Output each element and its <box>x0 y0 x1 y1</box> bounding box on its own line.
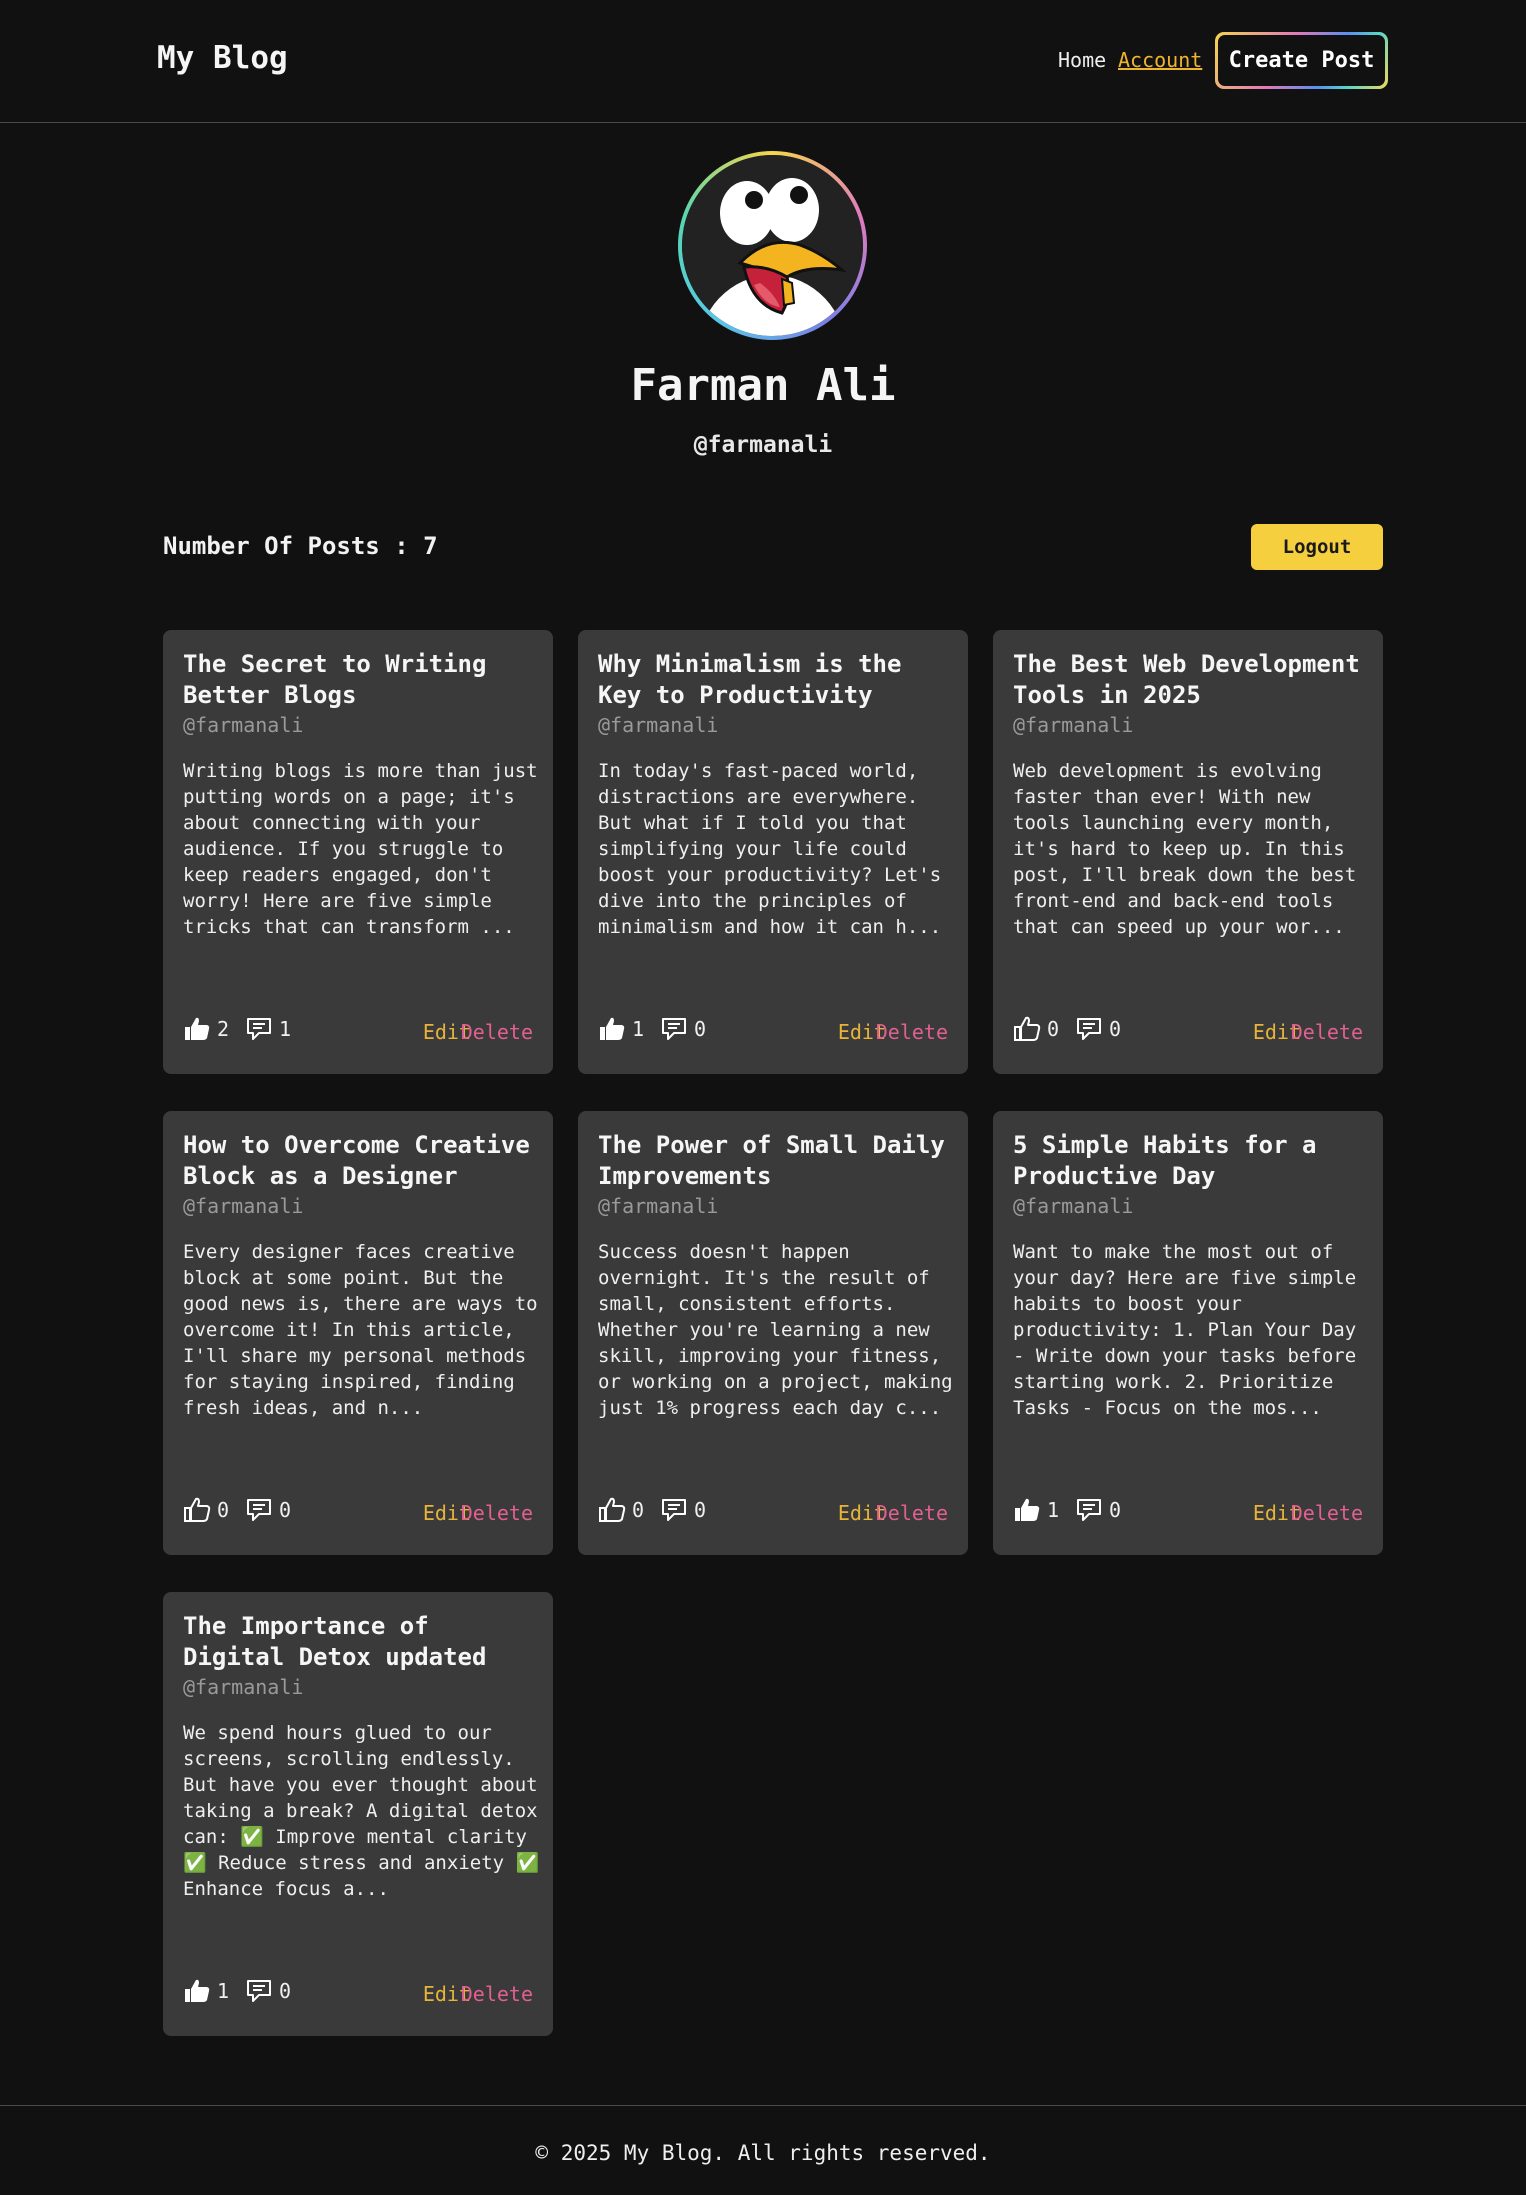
like-button[interactable]: 2 <box>183 1016 229 1042</box>
comment-count: 0 <box>1109 1498 1122 1522</box>
post-excerpt: Success doesn't happen overnight. It's t… <box>598 1241 965 1419</box>
like-button[interactable]: 0 <box>1013 1016 1059 1042</box>
post-card[interactable]: Why Minimalism is the Key to Productivit… <box>578 630 968 1074</box>
post-footer: 2 1 Edit Delete <box>183 1016 533 1046</box>
comment-button[interactable]: 0 <box>1075 1497 1121 1523</box>
like-count: 1 <box>1047 1498 1060 1522</box>
post-author: @farmanali <box>1013 1194 1134 1218</box>
delete-post-link[interactable]: Delete <box>461 1020 533 1044</box>
thumbs-up-filled-icon <box>1013 1497 1041 1523</box>
delete-post-link[interactable]: Delete <box>1291 1020 1363 1044</box>
post-card[interactable]: The Importance of Digital Detox updated @… <box>163 1592 553 2036</box>
nav-account-link[interactable]: Account <box>1118 48 1202 72</box>
thumbs-up-icon <box>598 1497 626 1523</box>
post-title[interactable]: The Best Web Development Tools in 2025 <box>1013 649 1373 711</box>
post-author: @farmanali <box>183 1194 304 1218</box>
like-button[interactable]: 0 <box>598 1497 644 1523</box>
thumbs-up-filled-icon <box>598 1016 626 1042</box>
post-card[interactable]: The Power of Small Daily Improvements @fa… <box>578 1111 968 1555</box>
nav-home-link[interactable]: Home <box>1058 48 1118 72</box>
post-author: @farmanali <box>183 713 304 737</box>
post-title[interactable]: 5 Simple Habits for a Productive Day <box>1013 1130 1373 1192</box>
penguin-avatar-icon <box>682 155 863 336</box>
comment-icon <box>245 1497 273 1523</box>
post-footer: 0 0 Edit Delete <box>1013 1016 1363 1046</box>
comment-count: 1 <box>279 1017 292 1041</box>
like-button[interactable]: 0 <box>183 1497 229 1523</box>
like-button[interactable]: 1 <box>183 1978 229 2004</box>
comment-button[interactable]: 0 <box>245 1497 291 1523</box>
posts-count: Number Of Posts : 7 <box>163 532 438 560</box>
like-count: 0 <box>632 1498 645 1522</box>
like-button[interactable]: 1 <box>598 1016 644 1042</box>
post-author: @farmanali <box>598 1194 719 1218</box>
post-footer: 0 0 Edit Delete <box>183 1497 533 1527</box>
logout-button[interactable]: Logout <box>1251 524 1383 570</box>
comment-icon <box>245 1016 273 1042</box>
post-excerpt: Every designer faces creative block at s… <box>183 1241 550 1419</box>
delete-post-link[interactable]: Delete <box>876 1501 948 1525</box>
post-excerpt: We spend hours glued to our screens, scr… <box>183 1722 551 1900</box>
comment-count: 0 <box>279 1979 292 2003</box>
post-footer: 1 0 Edit Delete <box>183 1978 533 2008</box>
post-title[interactable]: The Power of Small Daily Improvements <box>598 1130 958 1192</box>
comment-icon <box>1075 1016 1103 1042</box>
comment-count: 0 <box>1109 1017 1122 1041</box>
post-card[interactable]: How to Overcome Creative Block as a Desi… <box>163 1111 553 1555</box>
post-footer: 1 0 Edit Delete <box>1013 1497 1363 1527</box>
comment-button[interactable]: 0 <box>245 1978 291 2004</box>
post-footer: 0 0 Edit Delete <box>598 1497 948 1527</box>
comment-button[interactable]: 1 <box>245 1016 291 1042</box>
post-title[interactable]: Why Minimalism is the Key to Productivit… <box>598 649 958 711</box>
post-title[interactable]: How to Overcome Creative Block as a Desi… <box>183 1130 543 1192</box>
comment-button[interactable]: 0 <box>660 1497 706 1523</box>
post-excerpt: Want to make the most out of your day? H… <box>1013 1241 1368 1419</box>
site-header: My Blog Home Account Create Post <box>0 0 1526 123</box>
delete-post-link[interactable]: Delete <box>461 1982 533 2006</box>
post-author: @farmanali <box>1013 713 1134 737</box>
profile-name: Farman Ali <box>630 360 896 411</box>
post-excerpt: Web development is evolving faster than … <box>1013 760 1368 938</box>
like-button[interactable]: 1 <box>1013 1497 1059 1523</box>
post-excerpt: Writing blogs is more than just putting … <box>183 760 550 938</box>
comment-button[interactable]: 0 <box>660 1016 706 1042</box>
post-author: @farmanali <box>183 1675 304 1699</box>
post-author: @farmanali <box>598 713 719 737</box>
comment-count: 0 <box>694 1498 707 1522</box>
like-count: 0 <box>1047 1017 1060 1041</box>
avatar <box>678 151 867 340</box>
post-footer: 1 0 Edit Delete <box>598 1016 948 1046</box>
thumbs-up-icon <box>1013 1016 1041 1042</box>
comment-icon <box>660 1497 688 1523</box>
create-post-label: Create Post <box>1218 35 1385 86</box>
like-count: 2 <box>217 1017 230 1041</box>
comment-icon <box>245 1978 273 2004</box>
delete-post-link[interactable]: Delete <box>1291 1501 1363 1525</box>
like-count: 1 <box>217 1979 230 2003</box>
post-excerpt: In today's fast-paced world, distraction… <box>598 760 953 938</box>
copyright-text: © 2025 My Blog. All rights reserved. <box>535 2141 991 2165</box>
delete-post-link[interactable]: Delete <box>461 1501 533 1525</box>
comment-icon <box>660 1016 688 1042</box>
comment-count: 0 <box>694 1017 707 1041</box>
thumbs-up-filled-icon <box>183 1016 211 1042</box>
thumbs-up-icon <box>183 1497 211 1523</box>
brand-logo[interactable]: My Blog <box>157 40 288 76</box>
like-count: 0 <box>217 1498 230 1522</box>
post-title[interactable]: The Secret to Writing Better Blogs <box>183 649 543 711</box>
profile-handle: @farmanali <box>693 432 833 458</box>
post-card[interactable]: The Best Web Development Tools in 2025 @f… <box>993 630 1383 1074</box>
post-card[interactable]: 5 Simple Habits for a Productive Day @far… <box>993 1111 1383 1555</box>
like-count: 1 <box>632 1017 645 1041</box>
comment-count: 0 <box>279 1498 292 1522</box>
create-post-button[interactable]: Create Post <box>1215 32 1388 89</box>
post-title[interactable]: The Importance of Digital Detox updated <box>183 1611 543 1673</box>
thumbs-up-filled-icon <box>183 1978 211 2004</box>
comment-icon <box>1075 1497 1103 1523</box>
comment-button[interactable]: 0 <box>1075 1016 1121 1042</box>
delete-post-link[interactable]: Delete <box>876 1020 948 1044</box>
post-card[interactable]: The Secret to Writing Better Blogs @farma… <box>163 630 553 1074</box>
site-footer: © 2025 My Blog. All rights reserved. <box>0 2105 1526 2195</box>
